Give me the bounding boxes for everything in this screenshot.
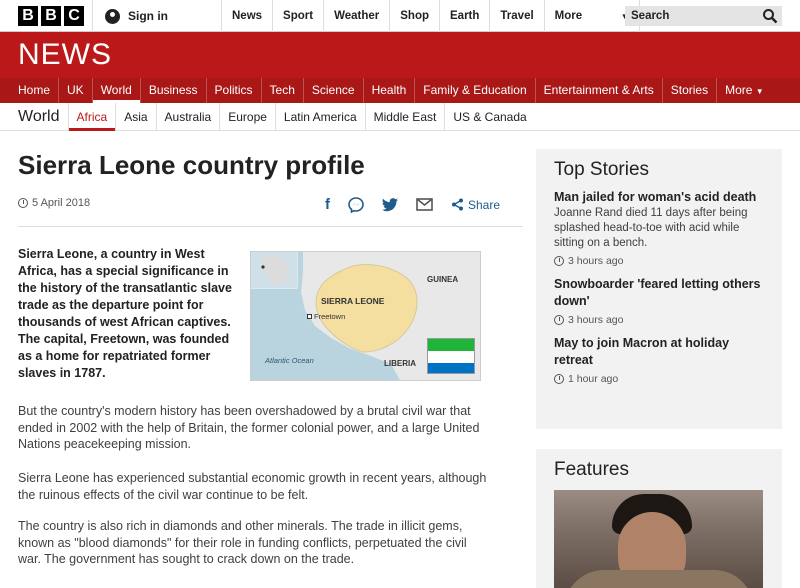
flag-stripe-green <box>428 339 474 351</box>
story-summary: Joanne Rand died 11 days after being spl… <box>554 207 748 249</box>
mainnav-entertainment-arts[interactable]: Entertainment & Arts <box>534 78 662 103</box>
map-label-country: SIERRA LEONE <box>321 296 385 306</box>
main-nav: Home UK World Business Politics Tech Sci… <box>0 78 800 103</box>
top-stories-panel: Top Stories Man jailed for woman's acid … <box>536 149 782 429</box>
news-logo[interactable]: NEWS <box>18 38 112 72</box>
sign-in-link[interactable]: Sign in <box>92 0 220 32</box>
time-text: 3 hours ago <box>568 255 624 267</box>
article-date: 5 April 2018 <box>18 197 90 209</box>
map-label-liberia: LIBERIA <box>384 359 416 368</box>
date-text: 5 April 2018 <box>32 197 91 209</box>
map-label-guinea: GUINEA <box>427 275 459 284</box>
story-title[interactable]: May to join Macron at holiday retreat <box>554 335 764 369</box>
page-title: Sierra Leone country profile <box>18 150 365 180</box>
story-time: 3 hours ago <box>554 314 764 326</box>
mainnav-family-education[interactable]: Family & Education <box>414 78 534 103</box>
article-intro: Sierra Leone, a country in West Africa, … <box>18 247 232 380</box>
subnav-middle-east[interactable]: Middle East <box>364 102 445 131</box>
topnav-sport[interactable]: Sport <box>272 0 323 32</box>
mainnav-tech[interactable]: Tech <box>260 78 303 103</box>
search-icon[interactable] <box>762 8 778 24</box>
subnav-latin-america[interactable]: Latin America <box>274 102 365 131</box>
bbc-top-bar: B B C Sign in News Sport Weather Shop Ea… <box>0 0 800 32</box>
mainnav-business[interactable]: Business <box>139 78 206 103</box>
share-button[interactable]: Share <box>451 198 500 212</box>
sign-in-label: Sign in <box>128 9 168 23</box>
messenger-icon[interactable] <box>348 196 364 213</box>
person-icon <box>105 8 120 24</box>
facebook-icon[interactable]: f <box>325 196 330 213</box>
section-title[interactable]: World <box>18 108 60 126</box>
story-title[interactable]: Snowboarder 'feared letting others down' <box>554 276 764 310</box>
sierra-leone-map: SIERRA LEONE Freetown GUINEA LIBERIA Atl… <box>250 251 481 381</box>
story-item[interactable]: Snowboarder 'feared letting others down'… <box>536 276 782 326</box>
time-text: 3 hours ago <box>568 314 624 326</box>
flag-stripe-blue <box>428 363 474 373</box>
flag-stripe-white <box>428 351 474 363</box>
subnav-us-canada[interactable]: US & Canada <box>444 102 534 131</box>
time-text: 1 hour ago <box>568 373 619 385</box>
world-subnav: World Africa Asia Australia Europe Latin… <box>0 102 800 131</box>
topnav-weather[interactable]: Weather <box>323 0 389 32</box>
article-paragraph: Sierra Leone has experienced substantial… <box>18 471 487 502</box>
story-time: 1 hour ago <box>554 373 764 385</box>
divider <box>18 226 523 227</box>
topnav-shop[interactable]: Shop <box>389 0 439 32</box>
share-icon <box>452 198 463 211</box>
top-stories-heading: Top Stories <box>554 159 650 180</box>
topnav-news[interactable]: News <box>221 0 272 32</box>
clock-icon <box>554 315 564 325</box>
subnav-europe[interactable]: Europe <box>219 102 275 131</box>
mainnav-uk[interactable]: UK <box>58 78 92 103</box>
subnav-asia[interactable]: Asia <box>115 102 155 131</box>
story-time: 3 hours ago <box>554 255 764 267</box>
mainnav-health[interactable]: Health <box>362 78 415 103</box>
story-title[interactable]: Man jailed for woman's acid death <box>554 189 764 206</box>
clock-icon <box>18 198 28 208</box>
share-tools: f Share <box>325 196 500 213</box>
capital-marker-icon <box>307 314 312 319</box>
search-box[interactable]: Search <box>625 6 782 26</box>
share-label: Share <box>468 197 501 212</box>
map-label-ocean: Atlantic Ocean <box>265 356 314 365</box>
feature-image[interactable] <box>554 490 763 588</box>
feature-image-shoulders <box>564 570 754 588</box>
map-label-capital: Freetown <box>307 312 345 321</box>
topnav-earth[interactable]: Earth <box>439 0 489 32</box>
bbc-logo-letter: B <box>18 6 38 26</box>
mainnav-world[interactable]: World <box>91 78 140 103</box>
subnav-africa[interactable]: Africa <box>67 102 116 131</box>
bbc-logo-letter: C <box>64 6 84 26</box>
twitter-icon[interactable] <box>382 197 398 212</box>
caret-down-icon: ▼ <box>755 87 764 96</box>
mainnav-politics[interactable]: Politics <box>205 78 261 103</box>
search-placeholder: Search <box>631 10 670 22</box>
story-item[interactable]: Man jailed for woman's acid death Joanne… <box>536 189 782 267</box>
clock-icon <box>554 256 564 266</box>
story-item[interactable]: May to join Macron at holiday retreat 1 … <box>536 335 782 385</box>
bbc-logo-letter: B <box>41 6 61 26</box>
article-paragraph: But the country's modern history has bee… <box>18 404 480 451</box>
mainnav-more-button[interactable]: More ▼ <box>716 78 772 103</box>
news-banner: NEWS <box>0 32 800 78</box>
topnav-travel[interactable]: Travel <box>489 0 543 32</box>
features-panel: Features <box>536 449 782 588</box>
features-heading: Features <box>554 459 629 480</box>
bbc-logo[interactable]: B B C <box>18 6 84 26</box>
subnav-australia[interactable]: Australia <box>155 102 220 131</box>
top-nav: News Sport Weather Shop Earth Travel Mor… <box>221 0 640 32</box>
clock-icon <box>554 374 564 384</box>
topnav-more-label: More <box>554 10 583 22</box>
mainnav-science[interactable]: Science <box>302 78 363 103</box>
capital-label: Freetown <box>314 312 346 321</box>
sierra-leone-flag <box>427 338 475 374</box>
mainnav-stories[interactable]: Stories <box>661 78 716 103</box>
mainnav-more-label: More <box>725 83 753 97</box>
article-paragraph: The country is also rich in diamonds and… <box>18 519 467 566</box>
email-icon[interactable] <box>416 198 433 211</box>
mainnav-home[interactable]: Home <box>10 78 58 103</box>
